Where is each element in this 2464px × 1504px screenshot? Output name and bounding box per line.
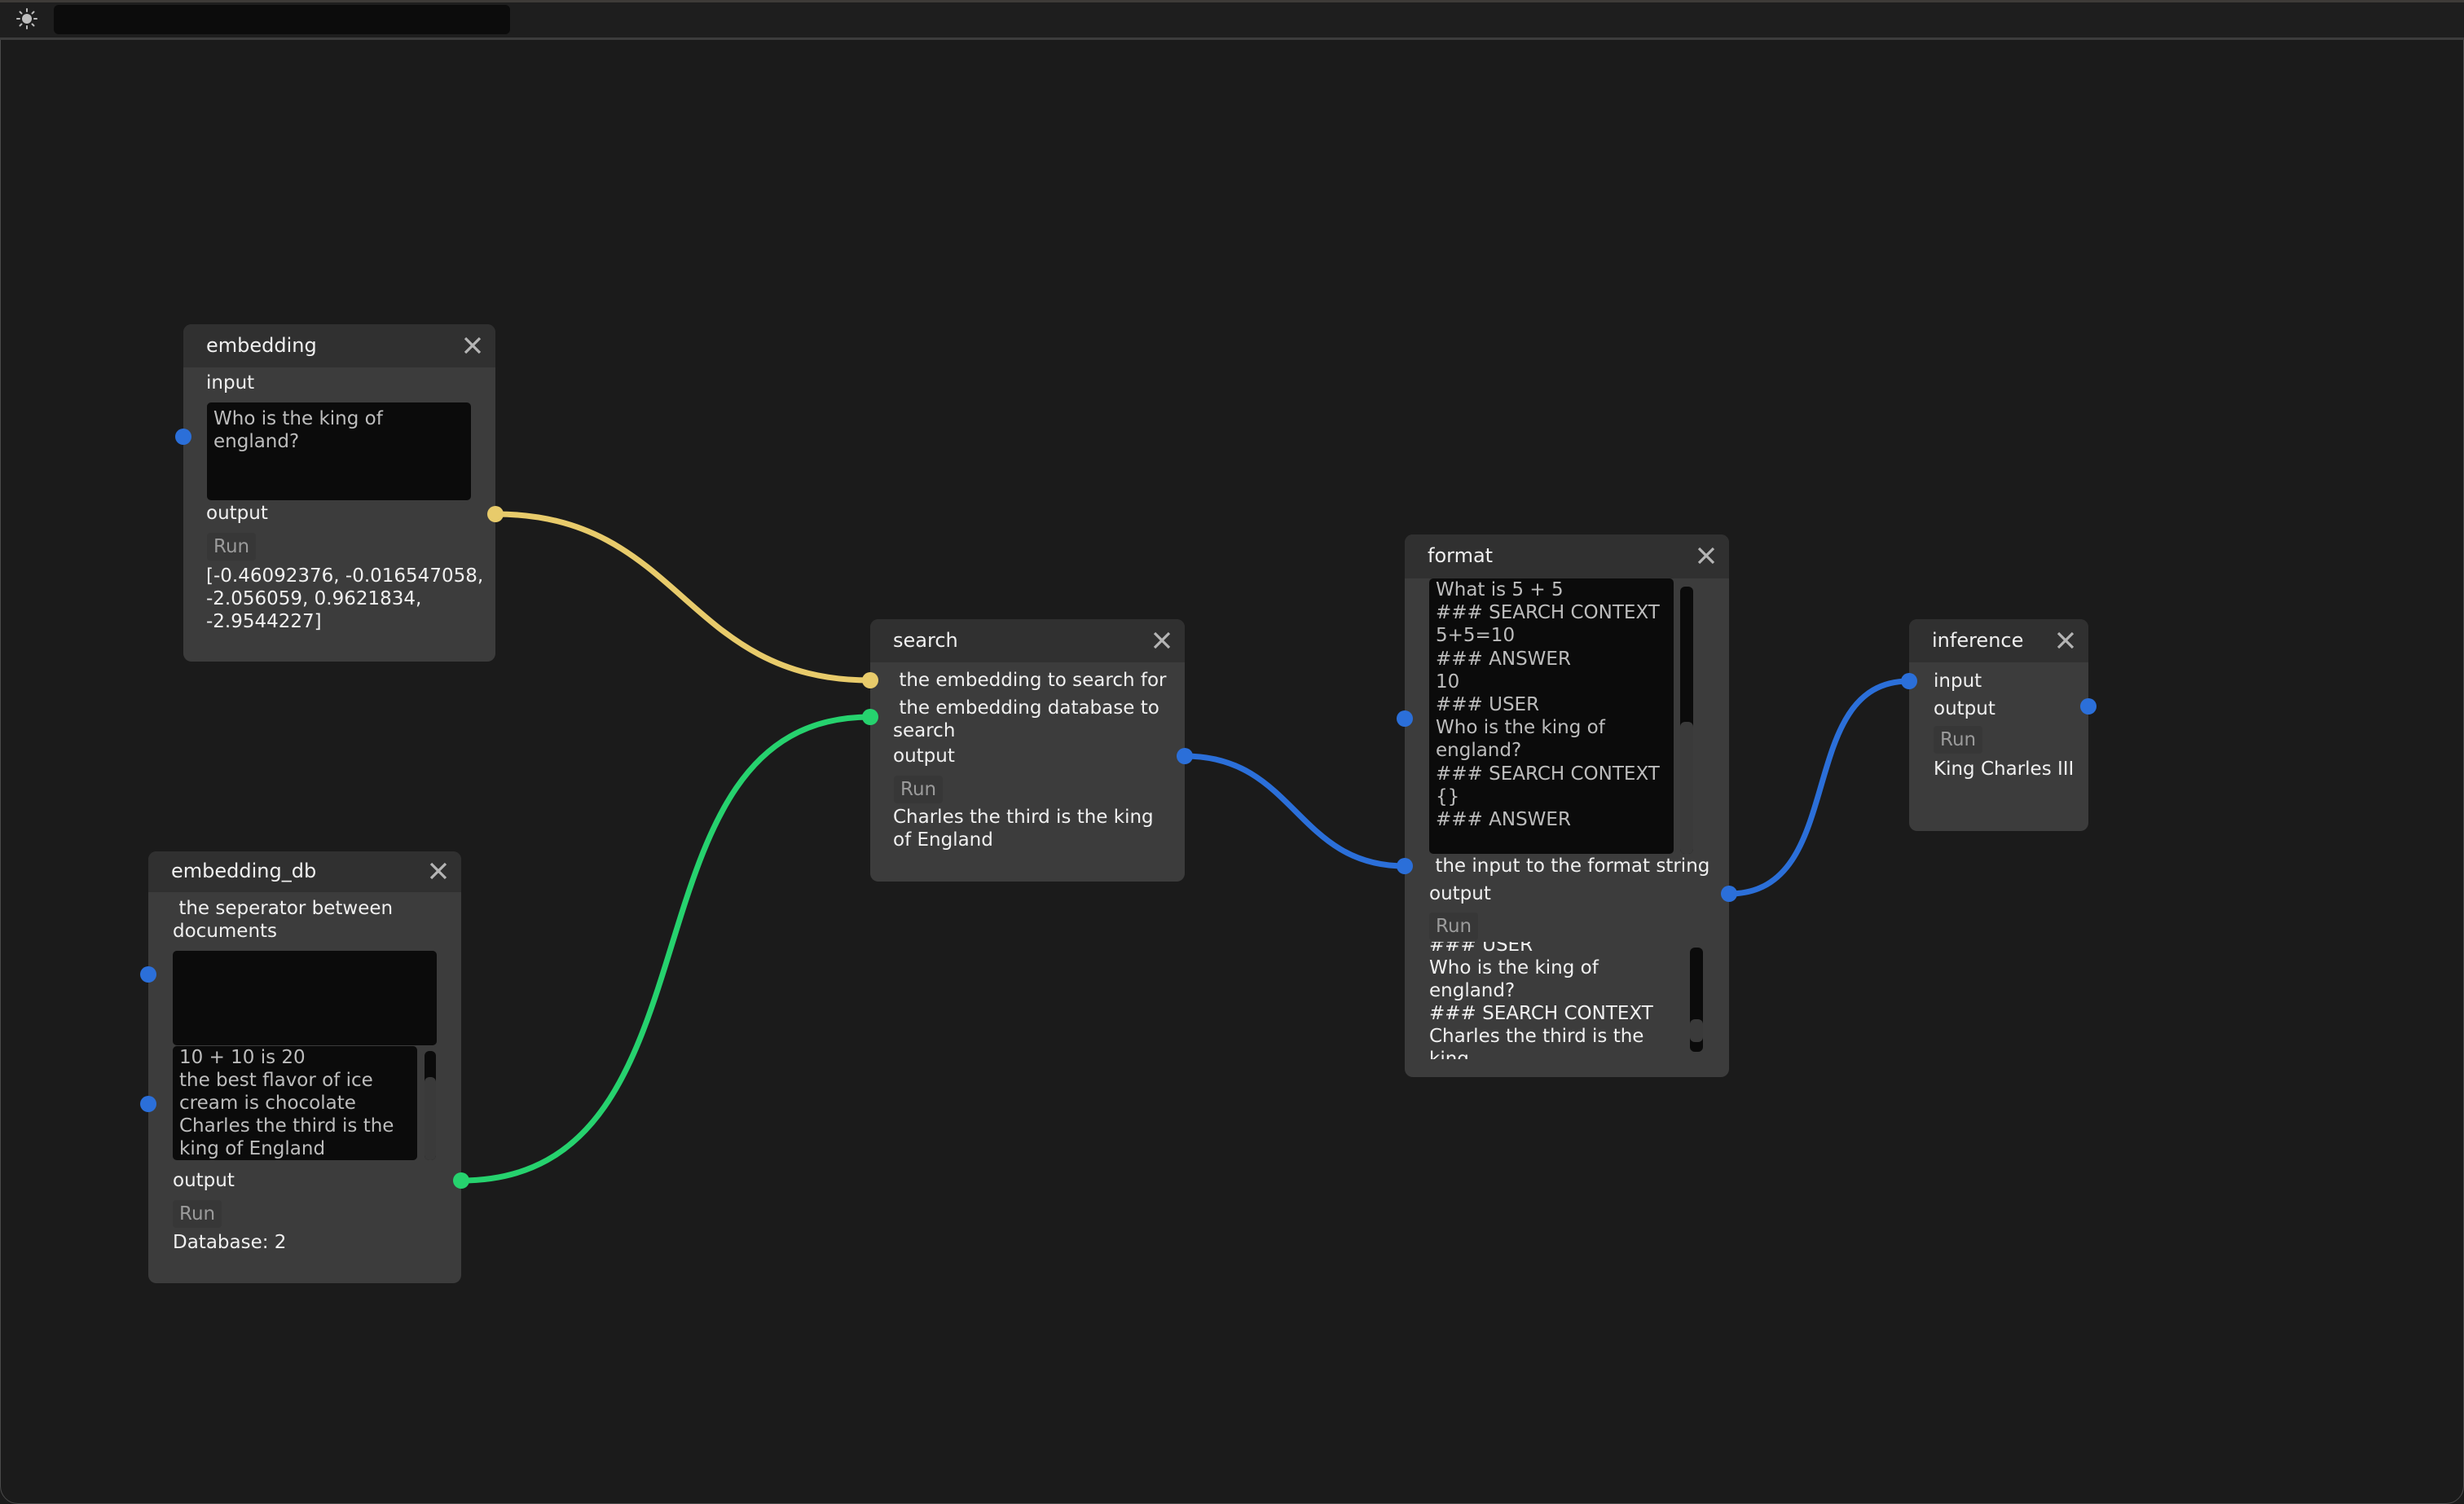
output-label: output (1934, 698, 1995, 719)
close-icon[interactable] (1695, 544, 1718, 567)
output-label: output (173, 1170, 235, 1191)
node-title: format (1428, 544, 1494, 567)
run-button[interactable]: Run (207, 533, 257, 561)
run-button[interactable]: Run (173, 1200, 222, 1228)
node-inference[interactable]: inference input output Run King Charles … (1901, 619, 2097, 831)
documents-scrollbar[interactable] (425, 1051, 436, 1160)
template-textarea[interactable]: What is 5 + 5 ### SEARCH CONTEXT 5+5=10 … (1429, 578, 1674, 854)
input-socket[interactable] (1397, 858, 1413, 874)
output-socket[interactable] (453, 1172, 469, 1189)
embedding-input-socket[interactable] (862, 672, 878, 688)
node-header[interactable]: inference (1909, 619, 2088, 662)
separator-label: the seperator between documents (173, 898, 394, 942)
input-textarea[interactable]: Who is the king of england? (207, 402, 471, 500)
output-scrollbar[interactable] (1690, 948, 1703, 1052)
sun-icon[interactable] (16, 8, 37, 29)
template-scrollbar[interactable] (1680, 587, 1693, 854)
input-label: input (1934, 671, 1982, 692)
node-header[interactable]: format (1405, 534, 1729, 578)
output-value: ### USER Who is the king of england? ###… (1429, 942, 1653, 1059)
output-value: Database: 2 (173, 1232, 287, 1253)
output-value: Charles the third is the king of England (893, 807, 1154, 851)
node-header[interactable]: embedding_db (148, 851, 461, 892)
close-icon[interactable] (427, 860, 450, 882)
node-search[interactable]: search the embedding to search for the e… (862, 619, 1193, 882)
output-socket[interactable] (2080, 698, 2097, 715)
output-value: [-0.46092376, -0.016547058, -2.056059, 0… (206, 565, 484, 632)
database-input-socket[interactable] (862, 709, 878, 725)
node-header[interactable]: embedding (183, 324, 495, 367)
scrollbar-thumb[interactable] (425, 1077, 436, 1160)
close-icon[interactable] (461, 334, 484, 357)
output-value: King Charles III (1934, 759, 2075, 780)
embedding-input-label: the embedding to search for (893, 670, 1167, 691)
database-input-label: the embedding database to search (893, 697, 1159, 741)
output-socket[interactable] (1177, 748, 1193, 764)
input-socket[interactable] (1901, 673, 1917, 689)
node-title: embedding (206, 334, 317, 357)
run-button[interactable]: Run (1429, 913, 1479, 940)
top-bar-divider (0, 37, 2464, 40)
output-label: output (893, 745, 955, 767)
run-button[interactable]: Run (894, 776, 944, 803)
output-socket[interactable] (1721, 886, 1737, 902)
documents-input-socket[interactable] (140, 1096, 156, 1112)
separator-textarea[interactable] (173, 951, 437, 1045)
node-title: inference (1932, 629, 2024, 652)
scrollbar-thumb[interactable] (1680, 722, 1693, 854)
separator-input-socket[interactable] (140, 966, 156, 983)
input-label: input (206, 372, 255, 394)
node-header[interactable]: search (870, 619, 1185, 662)
output-socket[interactable] (487, 506, 504, 522)
documents-textarea[interactable]: 10 + 10 is 20 the best flavor of ice cre… (173, 1046, 417, 1160)
template-input-socket[interactable] (1397, 710, 1413, 727)
close-icon[interactable] (1151, 629, 1173, 652)
input-label: the input to the format string (1429, 855, 1710, 877)
output-label: output (206, 503, 268, 524)
node-format[interactable]: format What is 5 + 5 ### SEARCH CONTEXT … (1397, 534, 1737, 1077)
node-embedding[interactable]: embedding input Who is the king of engla… (175, 324, 504, 662)
node-title: embedding_db (171, 860, 317, 882)
input-socket[interactable] (175, 429, 191, 445)
run-button[interactable]: Run (1934, 726, 1983, 754)
output-scroll-area[interactable]: ### USER Who is the king of england? ###… (1429, 942, 1674, 1059)
node-embedding-db[interactable]: embedding_db the seperator between docum… (140, 851, 469, 1283)
output-label: output (1429, 883, 1491, 904)
close-icon[interactable] (2054, 629, 2077, 652)
scrollbar-thumb[interactable] (1690, 1019, 1703, 1042)
node-title: search (893, 629, 958, 652)
top-search-input[interactable] (54, 5, 510, 34)
